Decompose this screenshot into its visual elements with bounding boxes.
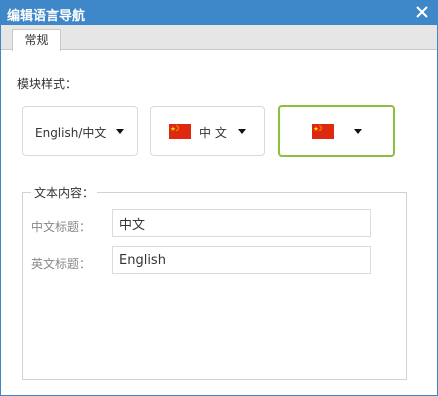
dialog-title: 编辑语言导航 xyxy=(7,9,86,24)
tab-general[interactable]: 常规 xyxy=(12,29,61,51)
style-option-flag-text-dropdown[interactable]: 中 文 xyxy=(150,106,265,156)
style-option-label: 中 文 xyxy=(199,126,227,140)
caret-down-icon xyxy=(116,129,124,134)
china-flag-icon xyxy=(169,124,191,139)
english-title-input[interactable] xyxy=(112,246,371,274)
language-nav-dialog: 编辑语言导航 常规 模块样式： English/中文 中 文 文本内容： 中文标… xyxy=(0,0,438,396)
china-flag-icon xyxy=(312,124,334,139)
text-content-legend: 文本内容： xyxy=(34,186,95,200)
caret-down-icon xyxy=(354,129,362,134)
chinese-title-label: 中文标题： xyxy=(31,220,92,234)
style-option-flag-only-dropdown[interactable] xyxy=(278,105,395,157)
caret-down-icon xyxy=(238,129,246,134)
module-style-label: 模块样式： xyxy=(17,77,78,91)
dialog-titlebar[interactable]: 编辑语言导航 xyxy=(1,1,437,25)
chinese-title-input[interactable] xyxy=(112,209,371,237)
style-option-text-dropdown[interactable]: English/中文 xyxy=(22,106,138,156)
english-title-label: 英文标题： xyxy=(31,257,92,271)
close-icon[interactable] xyxy=(413,3,431,21)
style-option-label: English/中文 xyxy=(35,126,107,140)
tab-bar: 常规 xyxy=(1,25,437,51)
